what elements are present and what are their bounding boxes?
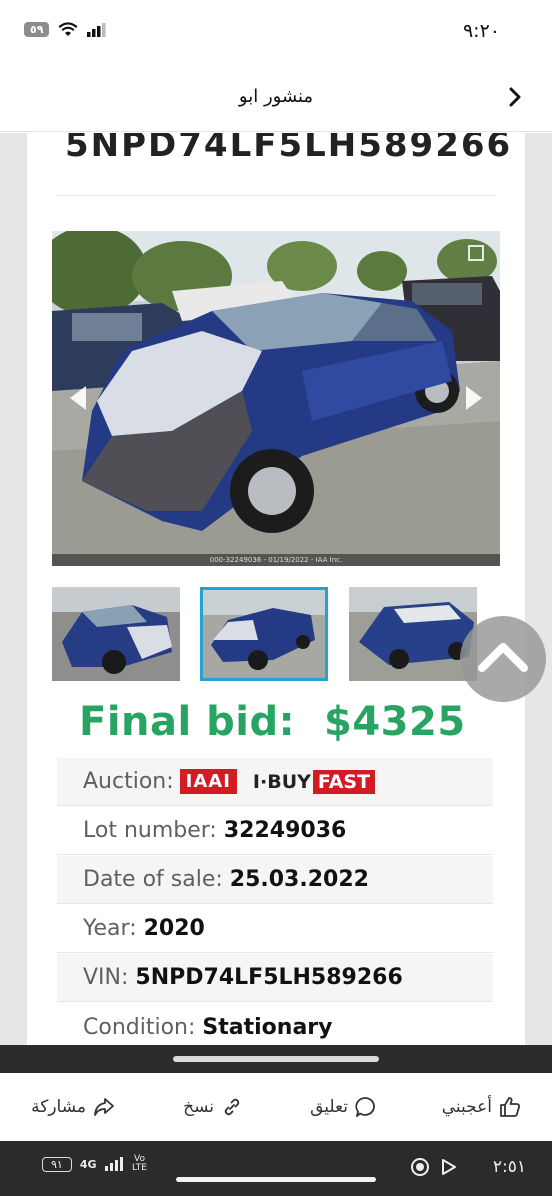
post-header: منشور ابو bbox=[0, 66, 552, 132]
date-of-sale-row: Date of sale: 25.03.2022 bbox=[57, 856, 493, 904]
volte-indicator: Vo LTE bbox=[132, 1154, 147, 1173]
chevron-right-icon[interactable] bbox=[504, 86, 526, 108]
status-bar: ٥٩ ٩:٢٠ bbox=[0, 0, 552, 66]
system-status-bar: ٩١ 4G Vo LTE ٢:٥١ bbox=[0, 1141, 552, 1196]
vin-label: VIN: bbox=[83, 965, 129, 990]
thumbs-up-icon bbox=[500, 1097, 521, 1117]
play-icon bbox=[442, 1159, 456, 1175]
battery-indicator: ٥٩ bbox=[24, 22, 50, 37]
vin-row: VIN: 5NPD74LF5LH589266 bbox=[57, 954, 493, 1002]
condition-value: Stationary bbox=[202, 1014, 333, 1040]
next-photo-arrow-icon[interactable] bbox=[466, 386, 482, 410]
main-car-photo[interactable]: 000-32249036 - 01/19/2022 - IAA Inc. bbox=[52, 231, 500, 566]
final-bid-label: Final bid: bbox=[79, 699, 296, 745]
thumbnail-1[interactable] bbox=[52, 587, 180, 681]
system-left-icons: ٩١ 4G Vo LTE bbox=[42, 1155, 149, 1173]
thumbnail-3[interactable] bbox=[349, 587, 477, 681]
condition-label: Condition: bbox=[83, 1014, 196, 1040]
signal-icon bbox=[87, 22, 106, 37]
thumbnail-image bbox=[349, 587, 477, 681]
like-label: أعجبني bbox=[441, 1097, 492, 1117]
thumbnail-strip bbox=[52, 587, 502, 681]
lot-number-value: 32249036 bbox=[223, 818, 347, 843]
year-row: Year: 2020 bbox=[57, 905, 493, 953]
scroll-indicator[interactable] bbox=[173, 1056, 379, 1062]
system-battery-indicator: ٩١ bbox=[42, 1156, 72, 1172]
year-label: Year: bbox=[83, 916, 137, 941]
post-image[interactable]: 5NPD74LF5LH589266 000-32249036 - 01/19/2… bbox=[0, 133, 552, 1045]
scroll-to-top-button[interactable] bbox=[460, 616, 546, 702]
comment-button[interactable]: تعليق bbox=[310, 1095, 378, 1119]
final-bid-value: $4325 bbox=[323, 699, 466, 745]
cell-signal-icon bbox=[104, 1157, 123, 1171]
listing-card: 5NPD74LF5LH589266 000-32249036 - 01/19/2… bbox=[27, 133, 525, 1045]
copy-button[interactable]: نسخ bbox=[183, 1095, 244, 1119]
record-icon bbox=[411, 1158, 429, 1176]
screen: ٥٩ ٩:٢٠ منشور ابو 5NPD74LF5LH589266 000-… bbox=[0, 0, 552, 1196]
image-scroll-strip bbox=[0, 1045, 552, 1073]
date-of-sale-value: 25.03.2022 bbox=[229, 867, 369, 892]
network-type: 4G bbox=[79, 1157, 97, 1171]
like-button[interactable]: أعجبني bbox=[442, 1095, 522, 1119]
thumbnail-2-selected[interactable] bbox=[200, 587, 328, 681]
photo-caption: 000-32249036 - 01/19/2022 - IAA Inc. bbox=[52, 554, 500, 566]
wifi-icon bbox=[58, 22, 78, 36]
vin-value: 5NPD74LF5LH589266 bbox=[135, 965, 403, 990]
share-arrow-icon bbox=[94, 1098, 114, 1116]
car-photo-image bbox=[52, 231, 500, 566]
lot-number-label: Lot number: bbox=[83, 818, 217, 843]
system-time: ٢:٥١ bbox=[492, 1157, 526, 1177]
thumbnail-image bbox=[52, 587, 180, 681]
iaai-logo: IAAI bbox=[179, 769, 237, 794]
post-actions-bar: أعجبني تعليق نسخ مشاركة bbox=[0, 1073, 552, 1141]
date-of-sale-label: Date of sale: bbox=[83, 867, 223, 892]
status-time: ٩:٢٠ bbox=[462, 20, 500, 42]
expand-icon[interactable] bbox=[468, 245, 484, 261]
chevron-up-icon bbox=[478, 643, 528, 672]
divider bbox=[57, 195, 495, 196]
fast-badge: FAST bbox=[312, 769, 376, 794]
thumbnail-image bbox=[203, 590, 325, 678]
share-label: مشاركة bbox=[31, 1097, 86, 1117]
ibuy-fast-logo: I·BUY FAST bbox=[252, 769, 376, 794]
lot-number-row: Lot number: 32249036 bbox=[57, 807, 493, 855]
post-title: منشور ابو bbox=[238, 86, 314, 107]
vin-heading: 5NPD74LF5LH589266 bbox=[65, 133, 513, 165]
final-bid: Final bid: $4325 bbox=[79, 699, 466, 745]
condition-row: Condition: Stationary bbox=[57, 1003, 493, 1045]
link-icon bbox=[224, 1098, 240, 1116]
auction-label: Auction: bbox=[83, 769, 174, 794]
home-indicator[interactable] bbox=[176, 1177, 376, 1182]
year-value: 2020 bbox=[143, 916, 205, 941]
status-icons: ٥٩ bbox=[24, 22, 107, 37]
copy-label: نسخ bbox=[183, 1097, 214, 1117]
comment-bubble-icon bbox=[355, 1097, 375, 1117]
ibuy-text: I·BUY bbox=[252, 770, 311, 793]
auction-row: Auction: IAAI I·BUY FAST bbox=[57, 758, 493, 806]
share-button[interactable]: مشاركة bbox=[31, 1095, 116, 1119]
prev-photo-arrow-icon[interactable] bbox=[70, 386, 86, 410]
comment-label: تعليق bbox=[310, 1097, 348, 1117]
